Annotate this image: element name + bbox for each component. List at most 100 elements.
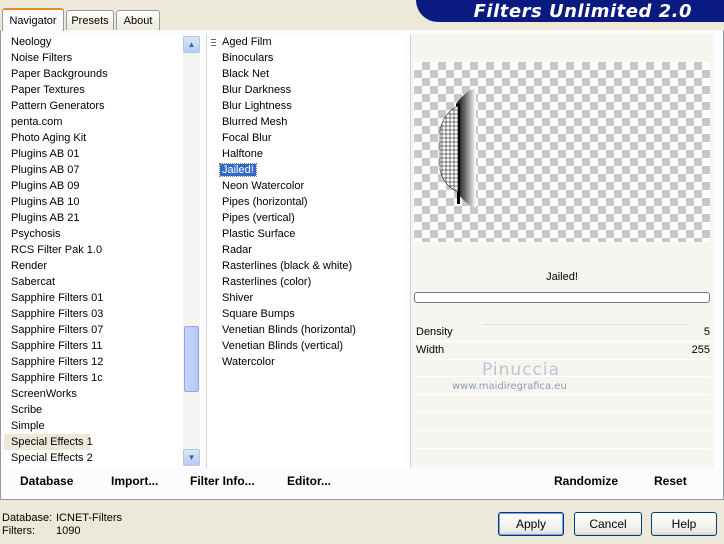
category-item[interactable]: Plugins AB 01 [4,146,202,162]
filter-item[interactable]: Pipes (vertical) [207,210,406,226]
filter-item[interactable]: Venetian Blinds (vertical) [207,338,406,354]
category-item[interactable]: Pattern Generators [4,98,202,114]
category-item[interactable]: Plugins AB 10 [4,194,202,210]
reset-button[interactable]: Reset [654,474,687,488]
filter-item-label: Black Net [222,68,270,80]
category-item[interactable]: RCS Filter Pak 1.0 [4,242,202,258]
filter-item-label: Radar [222,244,252,256]
filter-item-label: Neon Watercolor [222,180,305,192]
filter-item[interactable]: Venetian Blinds (horizontal) [207,322,406,338]
database-button[interactable]: Database [20,474,73,488]
filter-item[interactable]: Jailed! [207,162,406,178]
filter-item-label: Halftone [222,148,263,160]
filter-item[interactable]: Plastic Surface [207,226,406,242]
category-item[interactable]: Simple [4,418,202,434]
apply-button[interactable]: Apply [498,512,564,536]
filter-item-label: Watercolor [222,356,275,368]
filter-item[interactable]: Black Net [207,66,406,82]
tab-presets[interactable]: Presets [66,10,114,30]
category-item[interactable]: Noise Filters [4,50,202,66]
filter-item[interactable]: Watercolor [207,354,406,370]
param-slider-track[interactable] [484,324,690,327]
watermark-url: www.maidiregrafica.eu [452,381,567,392]
filter-list[interactable]: Aged Film Binoculars Black Net Blur Darknes… [206,34,406,468]
category-item[interactable]: Sapphire Filters 03 [4,306,202,322]
category-item[interactable]: Special Effects 1 [4,434,93,450]
filter-item[interactable]: Shiver [207,290,406,306]
randomize-button[interactable]: Randomize [554,474,618,488]
category-item[interactable]: Sapphire Filters 12 [4,354,202,370]
filter-item[interactable]: Blur Lightness [207,98,406,114]
filter-item[interactable]: Rasterlines (color) [207,274,406,290]
category-scrollbar[interactable]: ▲ ▼ [183,36,200,466]
status-filters: Filters: 1090 [2,525,80,537]
category-item[interactable]: Sapphire Filters 1c [4,370,202,386]
filter-item[interactable]: Blurred Mesh [207,114,406,130]
param-row-width[interactable]: Width 255 [414,342,710,360]
grip-icon [211,39,216,48]
category-item[interactable]: Neology [4,34,202,50]
scroll-thumb[interactable] [184,326,199,392]
filter-item[interactable]: Binoculars [207,50,406,66]
tab-about[interactable]: About [116,10,160,30]
filter-item-label: Shiver [222,292,254,304]
category-item[interactable]: Plugins AB 21 [4,210,202,226]
filter-item-label: Rasterlines (black & white) [222,260,353,272]
filter-name-label: Jailed! [546,271,578,283]
filter-item[interactable]: Pipes (horizontal) [207,194,406,210]
filter-item-label: Square Bumps [222,308,295,320]
param-row-density[interactable]: Density 5 [414,324,710,342]
status-db-label: Database: [2,512,53,524]
filter-item-label: Venetian Blinds (vertical) [222,340,344,352]
help-button[interactable]: Help [651,512,717,536]
filter-item[interactable]: Aged Film [207,34,406,50]
tab-navigator[interactable]: Navigator [2,8,64,31]
filter-item-label: Blur Darkness [222,84,292,96]
filter-info-button[interactable]: Filter Info... [190,474,255,488]
category-item[interactable]: Scribe [4,402,202,418]
preview-image [414,62,710,242]
category-item[interactable]: Render [4,258,202,274]
param-row-empty [414,360,710,377]
import-button[interactable]: Import... [111,474,158,488]
filter-item[interactable]: Halftone [207,146,406,162]
filter-item[interactable]: Neon Watercolor [207,178,406,194]
arrow-up-icon[interactable]: ▲ [183,36,200,53]
category-item[interactable]: Paper Textures [4,82,202,98]
filter-item-label: Rasterlines (color) [222,276,312,288]
category-item[interactable]: Special Effects 2 [4,450,202,466]
filter-item[interactable]: Rasterlines (black & white) [207,258,406,274]
editor-button[interactable]: Editor... [287,474,331,488]
param-row-empty [414,450,710,467]
status-database: Database: ICNET-Filters [2,512,122,524]
filter-item-label: Jailed! [219,163,257,177]
category-list[interactable]: Neology Noise Filters Paper Backgrounds Pap… [4,34,202,468]
arrow-down-icon[interactable]: ▼ [183,449,200,466]
category-item[interactable]: Paper Backgrounds [4,66,202,82]
filter-item-label: Plastic Surface [222,228,296,240]
filter-item[interactable]: Blur Darkness [207,82,406,98]
category-item[interactable]: Sapphire Filters 01 [4,290,202,306]
category-item[interactable]: Plugins AB 07 [4,162,202,178]
category-item[interactable]: ScreenWorks [4,386,202,402]
status-filters-label: Filters: [2,525,35,537]
param-row-empty [414,432,710,449]
category-item[interactable]: Sapphire Filters 11 [4,338,202,354]
cancel-button[interactable]: Cancel [574,512,642,536]
param-label: Width [416,344,445,356]
category-item[interactable]: Sabercat [4,274,202,290]
category-item[interactable]: Plugins AB 09 [4,178,202,194]
param-value: 5 [703,326,710,338]
category-item[interactable]: Photo Aging Kit [4,130,202,146]
watermark-text: Pinuccia [482,360,560,380]
filter-item[interactable]: Square Bumps [207,306,406,322]
param-row-empty [414,396,710,413]
filter-item[interactable]: Focal Blur [207,130,406,146]
category-item[interactable]: penta.com [4,114,202,130]
filter-item-label: Pipes (horizontal) [222,196,308,208]
filter-item[interactable]: Radar [207,242,406,258]
preview-jailed-graphic [439,88,476,208]
category-item[interactable]: Psychosis [4,226,202,242]
category-item[interactable]: Sapphire Filters 07 [4,322,202,338]
tab-bar: Navigator Presets About [0,8,724,31]
